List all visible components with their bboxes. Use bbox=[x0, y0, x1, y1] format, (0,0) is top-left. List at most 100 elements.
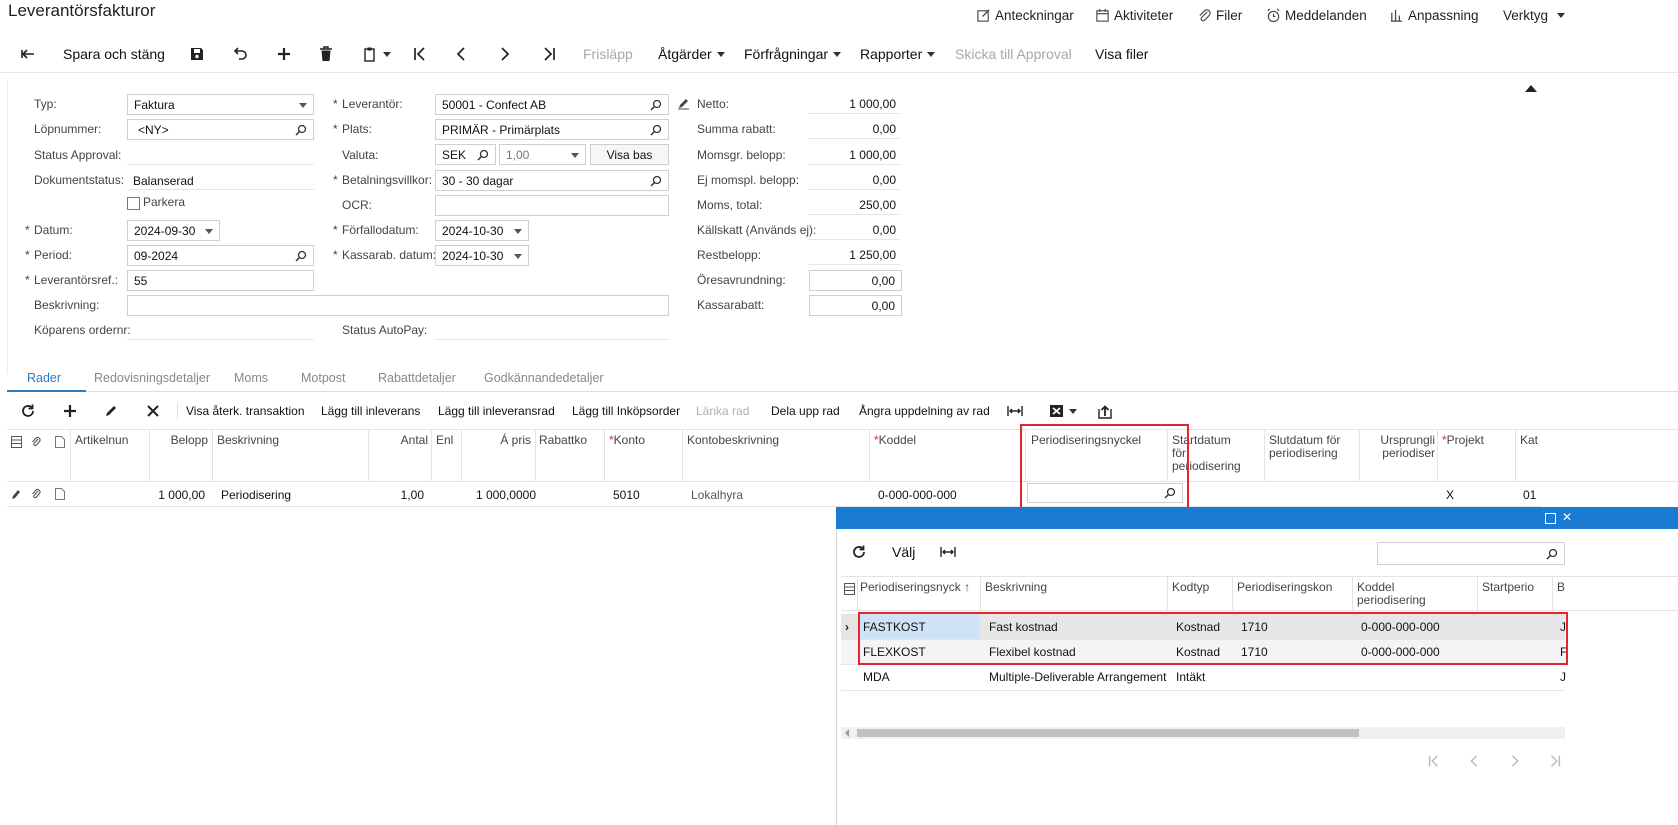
lookup-col-b[interactable]: B bbox=[1557, 581, 1565, 594]
lookup-col-account[interactable]: Periodiseringskon bbox=[1237, 581, 1332, 594]
note-icon[interactable] bbox=[55, 488, 65, 500]
due-date-field[interactable]: 2024-10-30 bbox=[435, 220, 529, 241]
undo-button[interactable] bbox=[232, 40, 248, 68]
col-header-kat[interactable]: Kat bbox=[1520, 434, 1538, 447]
tab-rabattdetaljer[interactable]: Rabattdetaljer bbox=[378, 371, 456, 385]
prev-record-button[interactable] bbox=[453, 40, 469, 68]
search-icon[interactable] bbox=[650, 175, 662, 187]
view-base-button[interactable]: Visa bas bbox=[590, 144, 669, 165]
delete-button[interactable] bbox=[318, 40, 334, 68]
lookup-col-type[interactable]: Kodtyp bbox=[1172, 581, 1209, 594]
lookup-col-subaccount[interactable]: Koddel periodisering bbox=[1357, 581, 1426, 607]
col-header-account-desc[interactable]: Kontobeskrivning bbox=[687, 434, 779, 447]
tab-godkannandedetaljer[interactable]: Godkännandedetaljer bbox=[484, 371, 604, 385]
lookup-search-input[interactable] bbox=[1377, 542, 1565, 565]
messages-link[interactable]: Meddelanden bbox=[1266, 4, 1367, 26]
type-select[interactable]: Faktura bbox=[127, 94, 314, 115]
col-header-description[interactable]: Beskrivning bbox=[217, 434, 279, 447]
location-field[interactable]: PRIMÄR - Primärplats bbox=[435, 119, 669, 140]
scrollbar-thumb[interactable] bbox=[857, 729, 1359, 737]
add-receipt-button[interactable]: Lägg till inleverans bbox=[321, 402, 420, 420]
add-row-button[interactable] bbox=[63, 402, 77, 420]
lookup-col-description[interactable]: Beskrivning bbox=[985, 581, 1047, 594]
cell-account[interactable]: 5010 bbox=[613, 488, 640, 502]
last-record-button[interactable] bbox=[541, 40, 557, 68]
release-button[interactable]: Frisläpp bbox=[583, 40, 633, 68]
cell-project[interactable]: X bbox=[1446, 488, 1454, 502]
lookup-select-button[interactable]: Välj bbox=[892, 544, 915, 560]
cell-unit-price[interactable]: 1 000,0000 bbox=[466, 488, 536, 502]
add-receipt-line-button[interactable]: Lägg till inleveransrad bbox=[438, 402, 555, 420]
copy-paste-menu[interactable] bbox=[362, 40, 391, 68]
tab-rader[interactable]: Rader bbox=[27, 371, 61, 385]
terms-field[interactable]: 30 - 30 dagar bbox=[435, 170, 669, 191]
tools-menu[interactable]: Verktyg bbox=[1503, 4, 1566, 26]
search-icon[interactable] bbox=[477, 149, 489, 161]
upload-button[interactable] bbox=[1097, 402, 1113, 420]
date-field[interactable]: 2024-09-30 bbox=[127, 220, 220, 241]
save-button[interactable] bbox=[189, 40, 205, 68]
col-header-original[interactable]: Ursprungli periodiser bbox=[1362, 434, 1435, 460]
back-button[interactable] bbox=[20, 40, 36, 68]
cell-kat[interactable]: 01 bbox=[1523, 488, 1536, 502]
cell-description[interactable]: Periodisering bbox=[221, 488, 291, 502]
lookup-cell-type[interactable]: Intäkt bbox=[1176, 670, 1205, 684]
close-icon[interactable]: ✕ bbox=[1562, 510, 1572, 524]
inquiries-menu[interactable]: Förfrågningar bbox=[744, 40, 842, 68]
next-page-button[interactable] bbox=[1508, 754, 1522, 768]
cell-amount[interactable]: 1 000,00 bbox=[150, 488, 205, 502]
first-page-button[interactable] bbox=[1427, 754, 1441, 768]
next-record-button[interactable] bbox=[497, 40, 513, 68]
col-header-subaccount[interactable]: *Koddel bbox=[874, 434, 916, 447]
edit-vendor-button[interactable] bbox=[677, 97, 690, 110]
tab-redovisningsdetaljer[interactable]: Redovisningsdetaljer bbox=[94, 371, 210, 385]
search-icon[interactable] bbox=[1546, 548, 1558, 560]
files-link[interactable]: Filer bbox=[1197, 4, 1242, 26]
refresh-button[interactable] bbox=[21, 402, 35, 420]
link-line-button[interactable]: Länka rad bbox=[696, 402, 749, 420]
hold-checkbox[interactable] bbox=[127, 197, 140, 210]
currency-field[interactable]: SEK bbox=[435, 144, 496, 165]
lookup-fit-columns-button[interactable] bbox=[940, 545, 956, 559]
tab-moms[interactable]: Moms bbox=[234, 371, 268, 385]
search-icon[interactable] bbox=[650, 124, 662, 136]
scroll-left-icon[interactable] bbox=[845, 729, 849, 737]
lookup-refresh-button[interactable] bbox=[852, 545, 866, 559]
col-header-account[interactable]: *Konto bbox=[609, 434, 645, 447]
lookup-col-start[interactable]: Startperio bbox=[1482, 581, 1534, 594]
lookup-cell-code[interactable]: MDA bbox=[863, 670, 890, 684]
col-header-project[interactable]: *Projekt bbox=[1442, 434, 1484, 447]
col-header-amount[interactable]: Belopp bbox=[150, 434, 208, 447]
col-header-uom[interactable]: Enl bbox=[436, 434, 453, 447]
first-record-button[interactable] bbox=[412, 40, 428, 68]
tab-motpost[interactable]: Motpost bbox=[301, 371, 345, 385]
activities-link[interactable]: Aktiviteter bbox=[1095, 4, 1173, 26]
refnbr-field[interactable]: <NY> bbox=[127, 119, 314, 140]
period-field[interactable]: 09-2024 bbox=[127, 245, 314, 266]
ocr-field[interactable] bbox=[435, 195, 669, 216]
description-field[interactable] bbox=[127, 295, 669, 316]
actions-menu[interactable]: Åtgärder bbox=[658, 40, 725, 68]
rate-field[interactable]: 1,00 bbox=[499, 144, 586, 165]
fit-columns-button[interactable] bbox=[1007, 402, 1023, 420]
col-header-item[interactable]: Artikelnun bbox=[75, 434, 128, 447]
cash-discount-field[interactable]: 0,00 bbox=[809, 295, 902, 316]
last-page-button[interactable] bbox=[1548, 754, 1562, 768]
search-icon[interactable] bbox=[650, 99, 662, 111]
vendor-field[interactable]: 50001 - Confect AB bbox=[435, 94, 669, 115]
undo-split-button[interactable]: Ångra uppdelning av rad bbox=[859, 402, 990, 420]
cell-quantity[interactable]: 1,00 bbox=[370, 488, 424, 502]
col-header-discount[interactable]: Rabattko bbox=[539, 434, 587, 447]
maximize-icon[interactable] bbox=[1545, 513, 1556, 524]
view-reclass-button[interactable]: Visa återk. transaktion bbox=[186, 402, 305, 420]
vendor-ref-field[interactable]: 55 bbox=[127, 270, 314, 291]
lookup-cell-description[interactable]: Multiple-Deliverable Arrangement bbox=[989, 670, 1166, 684]
add-po-button[interactable]: Lägg till Inköpsorder bbox=[572, 402, 680, 420]
search-icon[interactable] bbox=[295, 250, 307, 262]
edit-row-button[interactable] bbox=[104, 402, 118, 420]
notes-link[interactable]: Anteckningar bbox=[976, 4, 1074, 26]
show-files-button[interactable]: Visa filer bbox=[1095, 40, 1148, 68]
col-header-quantity[interactable]: Antal bbox=[370, 434, 428, 447]
send-approval-button[interactable]: Skicka till Approval bbox=[955, 40, 1072, 68]
cash-disc-date-field[interactable]: 2024-10-30 bbox=[435, 245, 529, 266]
